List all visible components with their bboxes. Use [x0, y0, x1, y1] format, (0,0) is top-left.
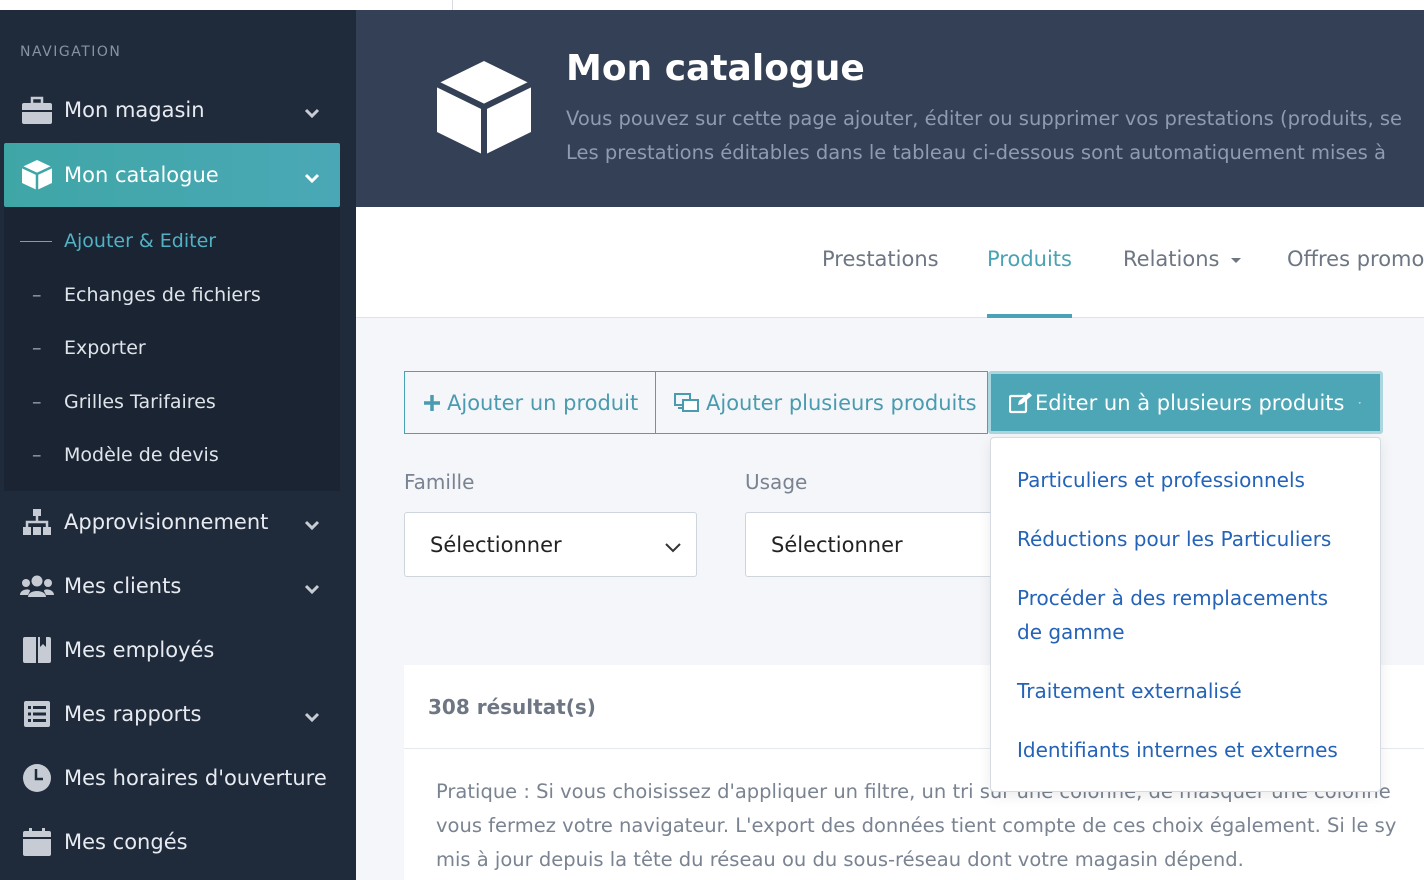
add-product-button[interactable]: Ajouter un produit	[404, 371, 656, 434]
sidebar-item-mes-horaires[interactable]: Mes horaires d'ouverture	[4, 746, 340, 810]
dash-marker: –	[32, 444, 42, 466]
briefcase-icon	[20, 93, 54, 127]
sidebar-item-label: Mon catalogue	[64, 163, 219, 187]
sidebar-item-mon-catalogue[interactable]: Mon catalogue	[4, 143, 340, 207]
add-multiple-products-button[interactable]: Ajouter plusieurs produits	[656, 371, 988, 434]
tab-offres-promo[interactable]: Offres promot	[1287, 247, 1424, 271]
tabs-bar: Prestations Produits Relations Offres pr…	[356, 207, 1424, 318]
submenu-item-label: Exporter	[64, 337, 146, 359]
cube-icon	[434, 58, 534, 162]
page-description-line: Les prestations éditables dans le tablea…	[566, 141, 1386, 164]
chevron-down-icon[interactable]	[304, 576, 320, 600]
submenu-item-label: Modèle de devis	[64, 444, 219, 466]
sidebar-item-mes-rapports[interactable]: Mes rapports	[4, 682, 340, 746]
button-label: Ajouter un produit	[447, 390, 639, 415]
chevron-down-icon[interactable]	[304, 100, 320, 124]
select-value: Sélectionner	[430, 532, 562, 557]
tab-label: Relations	[1123, 247, 1220, 271]
nav-heading: NAVIGATION	[20, 44, 122, 60]
page-title: Mon catalogue	[566, 48, 865, 89]
calendar-icon	[20, 825, 54, 859]
menu-item-label-line: Procéder à des remplacements	[1017, 586, 1329, 610]
active-tab-indicator	[987, 314, 1072, 318]
sidebar-item-approvisionnement[interactable]: Approvisionnement	[4, 490, 340, 554]
menu-item-identifiants[interactable]: Identifiants internes et externes	[1017, 733, 1338, 767]
list-icon	[20, 697, 54, 731]
dash-marker: –	[32, 284, 42, 306]
button-label: Ajouter plusieurs produits	[706, 390, 977, 415]
page-description: Vous pouvez sur cette page ajouter, édit…	[566, 102, 1402, 170]
sidebar: NAVIGATION Mon magasin Mon catalogue Ajo…	[0, 0, 356, 880]
menu-item-traitement-externalise[interactable]: Traitement externalisé	[1017, 674, 1242, 708]
sidebar-item-mes-clients[interactable]: Mes clients	[4, 554, 340, 618]
button-label: Editer un à plusieurs produits	[1035, 390, 1345, 415]
sidebar-item-mon-magasin[interactable]: Mon magasin	[4, 78, 340, 142]
product-actions: Ajouter un produit Ajouter plusieurs pro…	[404, 371, 1383, 434]
users-icon	[20, 569, 54, 603]
edit-icon	[1009, 392, 1033, 414]
book-icon	[20, 633, 54, 667]
active-indicator-line	[20, 240, 52, 242]
submenu-item-echanges-de-fichiers[interactable]: – Echanges de fichiers	[4, 275, 340, 315]
tab-relations[interactable]: Relations	[1123, 247, 1243, 271]
sidebar-item-mes-conges[interactable]: Mes congés	[4, 810, 340, 874]
help-text-line: vous fermez votre navigateur. L'export d…	[436, 814, 1397, 837]
plus-icon	[423, 394, 441, 412]
cube-icon	[20, 158, 54, 192]
submenu-item-label: Echanges de fichiers	[64, 284, 261, 306]
clock-icon	[20, 761, 54, 795]
divider	[452, 0, 453, 10]
sidebar-top-strip	[0, 0, 356, 10]
famille-select[interactable]: Sélectionner	[404, 512, 697, 577]
caret-down-icon	[1231, 258, 1242, 263]
submenu-item-modele-de-devis[interactable]: – Modèle de devis	[4, 435, 340, 475]
usage-select[interactable]: Sélectionner	[745, 512, 1005, 577]
sidebar-item-label: Mes clients	[64, 574, 182, 598]
menu-item-reductions-particuliers[interactable]: Réductions pour les Particuliers	[1017, 522, 1331, 556]
sidebar-item-label: Mon magasin	[64, 98, 205, 122]
dash-marker: –	[32, 391, 42, 413]
chevron-down-icon[interactable]	[304, 512, 320, 536]
menu-item-remplacements-gamme[interactable]: Procéder à des remplacements de gamme	[1017, 581, 1328, 649]
sidebar-item-label: Mes congés	[64, 830, 188, 854]
caret-down-icon	[1358, 401, 1362, 404]
dash-marker: –	[32, 337, 42, 359]
sidebar-item-label: Approvisionnement	[64, 510, 269, 534]
usage-label: Usage	[745, 470, 808, 494]
chevron-down-icon[interactable]	[304, 165, 320, 189]
sidebar-item-label: Mes horaires d'ouverture	[64, 766, 327, 790]
help-text-line: mis à jour depuis la tête du réseau ou d…	[436, 848, 1244, 871]
sidebar-item-mes-employes[interactable]: Mes employés	[4, 618, 340, 682]
page-header-banner: Mon catalogue Vous pouvez sur cette page…	[356, 10, 1424, 207]
sitemap-icon	[20, 505, 54, 539]
submenu-item-grilles-tarifaires[interactable]: – Grilles Tarifaires	[4, 382, 340, 422]
submenu-item-ajouter-editer[interactable]: Ajouter & Editer	[4, 221, 340, 261]
famille-label: Famille	[404, 470, 475, 494]
submenu-item-label: Ajouter & Editer	[64, 230, 217, 252]
multiple-items-icon	[674, 392, 700, 413]
tab-prestations[interactable]: Prestations	[822, 247, 939, 271]
menu-item-label-line: de gamme	[1017, 620, 1125, 644]
edit-products-dropdown-menu: Particuliers et professionnels Réduction…	[990, 437, 1381, 792]
top-strip	[356, 0, 1424, 10]
tab-produits[interactable]: Produits	[987, 247, 1072, 271]
submenu-item-exporter[interactable]: – Exporter	[4, 328, 340, 368]
select-value: Sélectionner	[771, 532, 903, 557]
sidebar-item-label: Mes rapports	[64, 702, 202, 726]
chevron-down-icon	[664, 535, 682, 559]
page-description-line: Vous pouvez sur cette page ajouter, édit…	[566, 107, 1402, 130]
edit-products-dropdown-button[interactable]: Editer un à plusieurs produits	[988, 371, 1383, 434]
submenu-item-label: Grilles Tarifaires	[64, 391, 216, 413]
menu-item-particuliers-professionnels[interactable]: Particuliers et professionnels	[1017, 463, 1305, 497]
chevron-down-icon[interactable]	[304, 704, 320, 728]
sidebar-item-label: Mes employés	[64, 638, 215, 662]
